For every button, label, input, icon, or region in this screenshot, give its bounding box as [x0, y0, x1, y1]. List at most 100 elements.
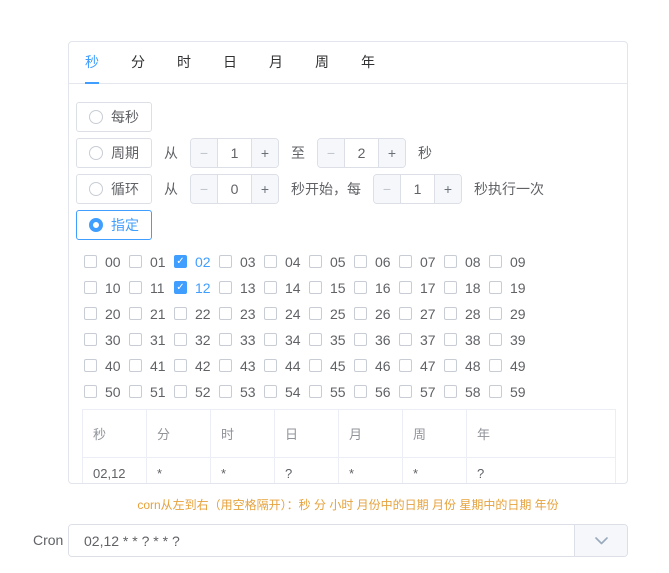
tab-分[interactable]: 分 — [131, 42, 145, 84]
range-to-input[interactable] — [345, 139, 378, 167]
checkbox-icon — [219, 307, 232, 320]
second-option-43[interactable]: 43 — [219, 357, 264, 374]
second-option-12[interactable]: ✓ 12 — [174, 279, 219, 296]
second-option-25[interactable]: 25 — [309, 305, 354, 322]
increase-icon[interactable]: + — [434, 175, 461, 203]
second-option-36[interactable]: 36 — [354, 331, 399, 348]
second-option-label: 04 — [285, 253, 301, 270]
second-option-40[interactable]: 40 — [84, 357, 129, 374]
second-option-49[interactable]: 49 — [489, 357, 534, 374]
second-option-47[interactable]: 47 — [399, 357, 444, 374]
second-option-44[interactable]: 44 — [264, 357, 309, 374]
second-option-30[interactable]: 30 — [84, 331, 129, 348]
second-option-20[interactable]: 20 — [84, 305, 129, 322]
checkbox-icon — [174, 359, 187, 372]
checkbox-icon — [354, 255, 367, 268]
second-option-41[interactable]: 41 — [129, 357, 174, 374]
cron-dropdown-button[interactable] — [574, 525, 627, 556]
loop-step-input[interactable] — [401, 175, 434, 203]
mode-every-radio[interactable]: 每秒 — [76, 102, 152, 132]
second-option-18[interactable]: 18 — [444, 279, 489, 296]
second-option-15[interactable]: 15 — [309, 279, 354, 296]
second-option-51[interactable]: 51 — [129, 383, 174, 400]
second-option-03[interactable]: 03 — [219, 253, 264, 270]
second-option-label: 15 — [330, 279, 346, 296]
checkbox-icon — [444, 281, 457, 294]
second-option-39[interactable]: 39 — [489, 331, 534, 348]
tab-日[interactable]: 日 — [223, 42, 237, 84]
checkbox-icon — [264, 307, 277, 320]
second-option-11[interactable]: 11 — [129, 279, 174, 296]
mode-range-radio[interactable]: 周期 — [76, 138, 152, 168]
second-option-22[interactable]: 22 — [174, 305, 219, 322]
second-option-27[interactable]: 27 — [399, 305, 444, 322]
second-option-13[interactable]: 13 — [219, 279, 264, 296]
second-option-42[interactable]: 42 — [174, 357, 219, 374]
loop-start-input[interactable] — [218, 175, 251, 203]
second-option-32[interactable]: 32 — [174, 331, 219, 348]
radio-icon — [89, 146, 103, 160]
second-option-19[interactable]: 19 — [489, 279, 534, 296]
second-option-07[interactable]: 07 — [399, 253, 444, 270]
decrease-icon[interactable]: − — [318, 139, 345, 167]
tab-秒[interactable]: 秒 — [85, 42, 99, 84]
second-option-33[interactable]: 33 — [219, 331, 264, 348]
second-option-52[interactable]: 52 — [174, 383, 219, 400]
increase-icon[interactable]: + — [378, 139, 405, 167]
second-option-46[interactable]: 46 — [354, 357, 399, 374]
second-option-28[interactable]: 28 — [444, 305, 489, 322]
checkbox-icon — [354, 333, 367, 346]
second-option-00[interactable]: 00 — [84, 253, 129, 270]
checkbox-icon — [129, 333, 142, 346]
second-option-59[interactable]: 59 — [489, 383, 534, 400]
second-option-08[interactable]: 08 — [444, 253, 489, 270]
second-option-45[interactable]: 45 — [309, 357, 354, 374]
second-option-54[interactable]: 54 — [264, 383, 309, 400]
second-option-34[interactable]: 34 — [264, 331, 309, 348]
second-option-label: 37 — [420, 331, 436, 348]
second-option-53[interactable]: 53 — [219, 383, 264, 400]
from-text: 从 — [164, 145, 178, 161]
second-option-21[interactable]: 21 — [129, 305, 174, 322]
second-option-57[interactable]: 57 — [399, 383, 444, 400]
second-option-23[interactable]: 23 — [219, 305, 264, 322]
second-option-06[interactable]: 06 — [354, 253, 399, 270]
mode-loop-radio[interactable]: 循环 — [76, 174, 152, 204]
second-option-26[interactable]: 26 — [354, 305, 399, 322]
second-option-14[interactable]: 14 — [264, 279, 309, 296]
second-option-05[interactable]: 05 — [309, 253, 354, 270]
decrease-icon[interactable]: − — [191, 139, 218, 167]
tab-年[interactable]: 年 — [361, 42, 375, 84]
second-option-58[interactable]: 58 — [444, 383, 489, 400]
increase-icon[interactable]: + — [251, 175, 278, 203]
second-option-29[interactable]: 29 — [489, 305, 534, 322]
second-option-48[interactable]: 48 — [444, 357, 489, 374]
tab-bar: 秒分时日月周年 — [69, 42, 627, 84]
mode-specify-radio[interactable]: 指定 — [76, 210, 152, 240]
second-option-label: 56 — [375, 383, 391, 400]
second-option-37[interactable]: 37 — [399, 331, 444, 348]
tab-周[interactable]: 周 — [315, 42, 329, 84]
second-option-04[interactable]: 04 — [264, 253, 309, 270]
second-option-56[interactable]: 56 — [354, 383, 399, 400]
cron-expression-input[interactable] — [69, 525, 574, 556]
second-option-17[interactable]: 17 — [399, 279, 444, 296]
second-option-50[interactable]: 50 — [84, 383, 129, 400]
second-option-10[interactable]: 10 — [84, 279, 129, 296]
second-option-55[interactable]: 55 — [309, 383, 354, 400]
second-option-09[interactable]: 09 — [489, 253, 534, 270]
second-option-35[interactable]: 35 — [309, 331, 354, 348]
decrease-icon[interactable]: − — [191, 175, 218, 203]
range-from-input[interactable] — [218, 139, 251, 167]
second-option-label: 51 — [150, 383, 166, 400]
second-option-01[interactable]: 01 — [129, 253, 174, 270]
second-option-38[interactable]: 38 — [444, 331, 489, 348]
decrease-icon[interactable]: − — [374, 175, 401, 203]
tab-月[interactable]: 月 — [269, 42, 283, 84]
second-option-31[interactable]: 31 — [129, 331, 174, 348]
increase-icon[interactable]: + — [251, 139, 278, 167]
second-option-16[interactable]: 16 — [354, 279, 399, 296]
second-option-24[interactable]: 24 — [264, 305, 309, 322]
tab-时[interactable]: 时 — [177, 42, 191, 84]
second-option-02[interactable]: ✓ 02 — [174, 253, 219, 270]
